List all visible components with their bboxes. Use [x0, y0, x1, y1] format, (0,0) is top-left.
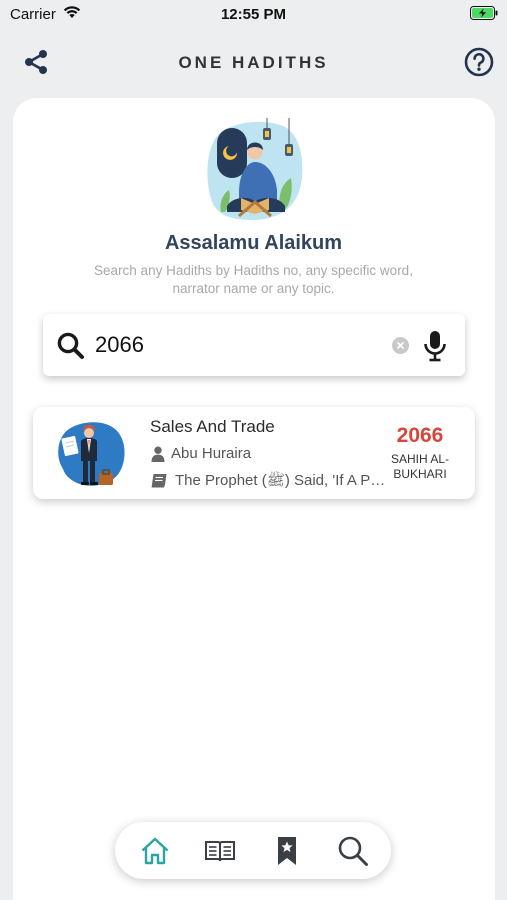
hadith-result-card[interactable]: Sales And Trade Abu Huraira The Prophet … [33, 407, 475, 499]
nav-search[interactable] [337, 835, 369, 867]
app-title: ONE HADITHS [178, 53, 329, 72]
search-icon [338, 836, 368, 866]
help-circle-icon [464, 47, 494, 77]
nav-read[interactable] [204, 835, 236, 867]
nav-bookmarks[interactable] [271, 835, 303, 867]
greeting-title: Assalamu Alaikum [164, 232, 343, 254]
battery-charging-icon [470, 6, 498, 20]
result-title: Sales And Trade [150, 417, 275, 436]
result-snippet: The Prophet (ﷺ) Said, 'If A Person... [175, 472, 387, 489]
search-instructions: Search any Hadiths by Hadiths no, any sp… [94, 263, 413, 296]
microphone-icon[interactable] [423, 330, 447, 362]
result-narrator: Abu Huraira [171, 445, 252, 462]
search-input[interactable] [95, 328, 385, 362]
person-icon [151, 446, 165, 462]
status-bar: Carrier 12:55 PM [0, 0, 507, 28]
bookmark-icon [278, 837, 296, 865]
app-header: ONE HADITHS [0, 40, 507, 84]
nav-home[interactable] [139, 835, 171, 867]
trader-illustration [58, 422, 125, 486]
search-bar [43, 314, 465, 376]
clock: 12:55 PM [220, 6, 287, 23]
help-button[interactable] [463, 46, 495, 78]
reading-person-illustration [207, 118, 303, 220]
bottom-navigation [115, 822, 391, 879]
hadith-collection: SAHIH AL-BUKHARI [390, 452, 450, 481]
hadith-number: 2066 [396, 424, 444, 447]
search-icon [57, 332, 84, 359]
home-icon [141, 837, 169, 865]
clear-icon[interactable] [392, 337, 409, 354]
book-open-icon [205, 841, 235, 862]
book-icon [151, 474, 167, 489]
